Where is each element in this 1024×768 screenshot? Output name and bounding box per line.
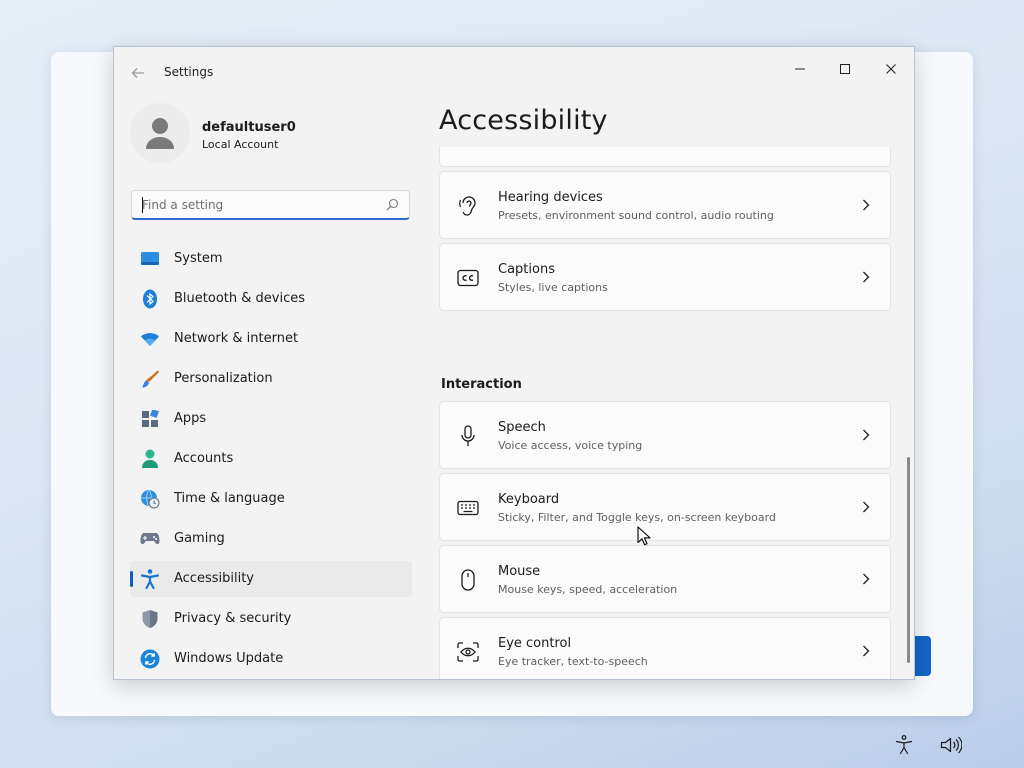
sidebar-item-windows-update[interactable]: Windows Update (130, 641, 412, 677)
card-title: Captions (498, 262, 555, 277)
card-description: Eye tracker, text-to-speech (498, 655, 648, 668)
minimize-icon (795, 68, 805, 70)
maximize-button[interactable] (822, 53, 868, 85)
update-icon (140, 649, 160, 669)
profile-name: defaultuser0 (202, 120, 296, 135)
maximize-icon (840, 64, 850, 74)
back-arrow-icon (131, 68, 144, 78)
bluetooth-icon (140, 289, 160, 309)
sidebar-item-label: Bluetooth & devices (174, 291, 305, 306)
previous-setting-card[interactable] (439, 147, 891, 167)
search-input[interactable] (142, 196, 377, 214)
content-scrollbar[interactable] (907, 457, 910, 663)
page-title: Accessibility (439, 105, 608, 136)
user-icon (146, 118, 174, 149)
sidebar-item-label: Personalization (174, 371, 273, 386)
shield-icon (140, 609, 160, 629)
card-title: Speech (498, 420, 546, 435)
sidebar-item-accessibility[interactable]: Accessibility (130, 561, 412, 597)
tray-volume-button[interactable] (940, 734, 962, 756)
sidebar-item-network[interactable]: Network & internet (130, 321, 412, 357)
card-captions[interactable]: Captions Styles, live captions (439, 243, 891, 311)
card-keyboard[interactable]: Keyboard Sticky, Filter, and Toggle keys… (439, 473, 891, 541)
brush-icon (140, 369, 160, 389)
sidebar-item-label: Accounts (174, 451, 234, 466)
card-eye-control[interactable]: Eye control Eye tracker, text-to-speech (439, 617, 891, 679)
back-button[interactable] (128, 63, 148, 83)
card-title: Hearing devices (498, 190, 603, 205)
accounts-icon (140, 449, 160, 469)
sidebar-item-system[interactable]: System (130, 241, 412, 277)
tray-accessibility-button[interactable] (893, 734, 915, 756)
close-icon (886, 64, 896, 74)
mouse-icon (456, 568, 480, 592)
minimize-button[interactable] (777, 53, 823, 85)
card-title: Eye control (498, 636, 572, 651)
card-title: Mouse (498, 564, 541, 579)
system-icon (140, 249, 160, 269)
settings-window: Settings defaultuser0 Local Account Find… (113, 46, 915, 680)
card-hearing-devices[interactable]: Hearing devices Presets, environment sou… (439, 171, 891, 239)
sidebar-item-gaming[interactable]: Gaming (130, 521, 412, 557)
mouse-cursor-icon (637, 526, 651, 546)
sidebar-item-time-language[interactable]: Time & language (130, 481, 412, 517)
avatar[interactable] (130, 103, 190, 163)
chevron-right-icon (863, 573, 870, 585)
chevron-right-icon (863, 501, 870, 513)
sidebar-item-bluetooth[interactable]: Bluetooth & devices (130, 281, 412, 317)
text-caret (142, 197, 143, 213)
wifi-icon (140, 329, 160, 349)
card-speech[interactable]: Speech Voice access, voice typing (439, 401, 891, 469)
window-title: Settings (164, 65, 214, 79)
accessibility-tray-icon (895, 735, 913, 755)
card-description: Voice access, voice typing (498, 439, 643, 452)
captions-icon (456, 266, 480, 290)
sidebar-item-label: Accessibility (174, 571, 254, 586)
microphone-icon (456, 424, 480, 448)
sidebar-item-label: Privacy & security (174, 611, 292, 626)
volume-icon (940, 736, 962, 754)
search-box[interactable] (131, 190, 410, 220)
close-button[interactable] (868, 53, 914, 85)
card-description: Presets, environment sound control, audi… (498, 209, 774, 222)
sidebar-item-label: Windows Update (174, 651, 284, 666)
search-icon[interactable] (386, 198, 399, 211)
sidebar-item-label: Time & language (174, 491, 285, 506)
chevron-right-icon (863, 429, 870, 441)
sidebar-item-label: Apps (174, 411, 207, 426)
card-description: Styles, live captions (498, 281, 608, 294)
sidebar-item-label: System (174, 251, 223, 266)
card-title: Keyboard (498, 492, 560, 507)
profile-account-type: Local Account (202, 138, 279, 151)
title-bar: Settings (114, 47, 914, 95)
sidebar-item-apps[interactable]: Apps (130, 401, 412, 437)
sidebar-nav: System Bluetooth & devices Network & int… (130, 241, 412, 679)
sidebar-item-accounts[interactable]: Accounts (130, 441, 412, 477)
card-mouse[interactable]: Mouse Mouse keys, speed, acceleration (439, 545, 891, 613)
sidebar-item-label: Network & internet (174, 331, 299, 346)
card-description: Mouse keys, speed, acceleration (498, 583, 678, 596)
chevron-right-icon (863, 271, 870, 283)
section-header-interaction: Interaction (441, 377, 522, 392)
chevron-right-icon (863, 199, 870, 211)
apps-icon (140, 409, 160, 429)
ear-icon (456, 194, 480, 218)
card-description: Sticky, Filter, and Toggle keys, on-scre… (498, 511, 776, 524)
chevron-right-icon (863, 645, 870, 657)
settings-content: Hearing devices Presets, environment sou… (439, 147, 891, 679)
gamepad-icon (140, 529, 160, 549)
accessibility-icon (140, 569, 160, 589)
sidebar-item-privacy[interactable]: Privacy & security (130, 601, 412, 637)
sidebar-item-personalization[interactable]: Personalization (130, 361, 412, 397)
sidebar-item-label: Gaming (174, 531, 225, 546)
keyboard-icon (456, 496, 480, 520)
globe-clock-icon (140, 489, 160, 509)
eye-control-icon (456, 640, 480, 664)
